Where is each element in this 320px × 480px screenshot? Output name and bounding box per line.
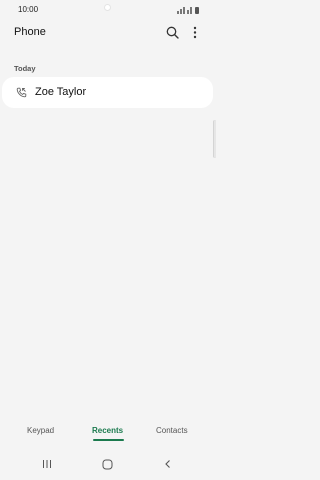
status-icons — [175, 5, 199, 14]
search-icon[interactable] — [166, 26, 179, 39]
section-label-today: Today — [14, 64, 36, 73]
more-options-icon[interactable] — [191, 26, 199, 39]
recent-apps-icon[interactable] — [42, 459, 52, 469]
tab-keypad[interactable]: Keypad — [27, 426, 54, 435]
recent-call-item[interactable]: Zoe Taylor — [2, 77, 213, 108]
page-title: Phone — [14, 26, 46, 38]
contact-name: Zoe Taylor — [35, 86, 87, 98]
home-icon[interactable] — [102, 459, 113, 470]
side-scroll-handle[interactable] — [213, 120, 216, 158]
signal-icon — [183, 7, 185, 14]
signal-icon — [177, 11, 179, 14]
active-tab-indicator — [93, 439, 124, 441]
signal-icon — [187, 10, 189, 14]
incoming-call-icon — [16, 87, 27, 98]
status-time: 10:00 — [18, 5, 39, 14]
signal-icon — [180, 9, 182, 14]
status-bar: 10:00 — [0, 0, 216, 20]
battery-icon — [195, 7, 199, 14]
tab-recents[interactable]: Recents — [92, 426, 123, 435]
back-icon[interactable] — [163, 459, 173, 469]
tab-contacts[interactable]: Contacts — [156, 426, 188, 435]
signal-icon — [190, 7, 192, 14]
front-camera — [104, 4, 111, 11]
